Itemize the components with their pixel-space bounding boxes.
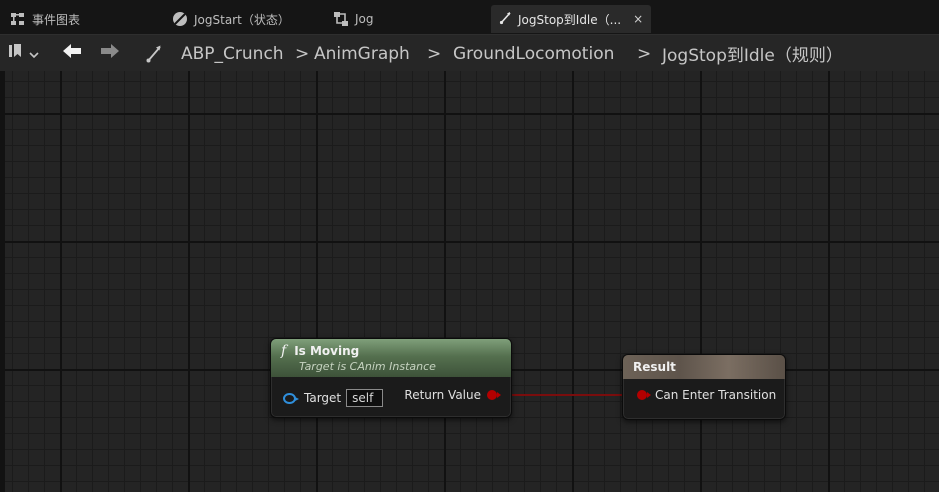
tab-event-graph[interactable]: 事件图表 bbox=[10, 5, 80, 33]
target-pin-row: Target self bbox=[283, 389, 384, 407]
breadcrumb-item-abp-crunch[interactable]: ABP_Crunch bbox=[181, 35, 284, 72]
node-title: Is Moving bbox=[294, 344, 360, 358]
tab-label: Jog bbox=[355, 12, 374, 26]
return-value-pin-icon[interactable] bbox=[487, 390, 501, 400]
breadcrumb-separator: > bbox=[295, 43, 310, 64]
navigation-bar: ABP_Crunch > AnimGraph > GroundLocomotio… bbox=[0, 34, 939, 71]
tab-jogstop-to-idle[interactable]: JogStop到Idle（... × bbox=[491, 5, 651, 33]
state-icon bbox=[172, 11, 188, 27]
is-moving-node[interactable]: f Is Moving Target is CAnim Instance Tar… bbox=[270, 338, 512, 418]
breadcrumb-item-current-rule: JogStop到Idle（规则） bbox=[662, 46, 843, 66]
tab-label: JogStop到Idle（... bbox=[518, 12, 622, 27]
can-enter-transition-pin-row: Can Enter Transition bbox=[637, 388, 776, 402]
target-pin-label: Target bbox=[304, 391, 342, 405]
can-enter-transition-label: Can Enter Transition bbox=[655, 388, 777, 402]
graph-canvas[interactable] bbox=[5, 71, 939, 492]
bool-wire bbox=[498, 394, 640, 396]
chevron-down-icon bbox=[29, 44, 39, 64]
tab-label: JogStart（状态） bbox=[194, 12, 290, 27]
breadcrumb-item-groundlocomotion[interactable]: GroundLocomotion bbox=[453, 35, 614, 72]
transition-icon bbox=[499, 11, 512, 27]
document-tab-bar: 事件图表 JogStart（状态） Jog JogStop到Idle（... × bbox=[0, 0, 939, 35]
forward-button[interactable] bbox=[100, 35, 120, 72]
return-value-pin-row: Return Value bbox=[404, 388, 501, 402]
breadcrumb-separator: > bbox=[427, 43, 442, 64]
back-button[interactable] bbox=[62, 35, 82, 72]
back-arrow-icon bbox=[62, 43, 82, 64]
node-title: Result bbox=[633, 360, 676, 374]
breadcrumb-item-animgraph[interactable]: AnimGraph bbox=[314, 35, 410, 72]
bookmark-icon bbox=[9, 43, 23, 64]
tab-jogstart-state[interactable]: JogStart（状态） bbox=[172, 5, 290, 33]
function-icon: f bbox=[281, 343, 287, 359]
forward-arrow-icon bbox=[100, 43, 120, 64]
bookmark-button[interactable] bbox=[9, 35, 39, 72]
breadcrumb-separator: > bbox=[637, 43, 652, 64]
node-header: f Is Moving Target is CAnim Instance bbox=[271, 339, 511, 377]
transition-rule-icon bbox=[145, 35, 163, 72]
tab-jog[interactable]: Jog bbox=[333, 5, 374, 33]
can-enter-transition-pin-icon[interactable] bbox=[637, 390, 651, 400]
node-header: Result bbox=[623, 355, 785, 379]
event-graph-icon bbox=[10, 11, 26, 27]
target-pin-icon[interactable] bbox=[283, 392, 299, 404]
state-machine-icon bbox=[333, 11, 349, 27]
tab-label: 事件图表 bbox=[32, 12, 81, 27]
result-node[interactable]: Result Can Enter Transition bbox=[622, 354, 786, 420]
return-value-label: Return Value bbox=[404, 388, 481, 402]
close-tab-icon[interactable]: × bbox=[633, 12, 643, 26]
target-self-field[interactable]: self bbox=[346, 389, 384, 407]
node-subtitle: Target is CAnim Instance bbox=[299, 360, 436, 373]
